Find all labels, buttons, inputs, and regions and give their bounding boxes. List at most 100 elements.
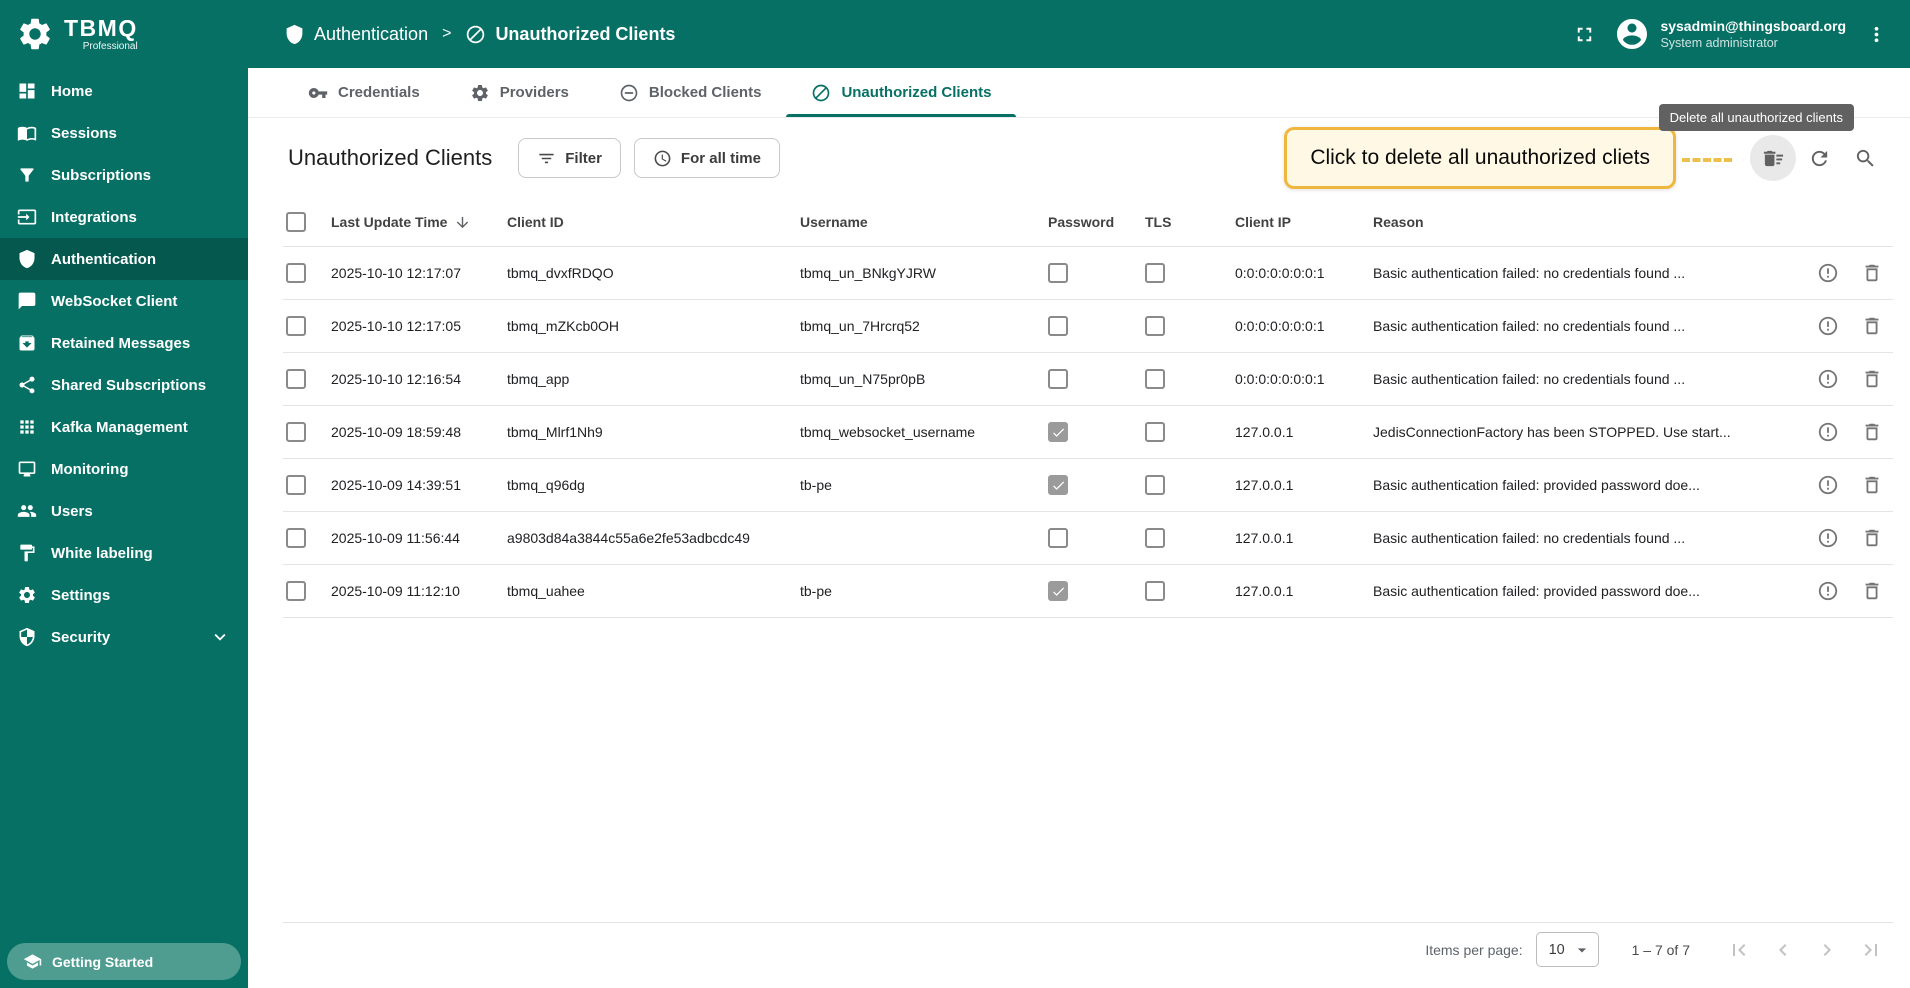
sidebar-nav: Home Sessions Subscriptions Integrations…	[0, 68, 248, 988]
row-details-button[interactable]	[1807, 517, 1849, 559]
sidebar-item-sessions[interactable]: Sessions	[0, 112, 248, 154]
row-details-button[interactable]	[1807, 464, 1849, 506]
sidebar-item-authentication[interactable]: Authentication	[0, 238, 248, 280]
user-menu[interactable]: sysadmin@thingsboard.org System administ…	[1614, 16, 1846, 52]
table-row[interactable]: 2025-10-09 18:59:48 tbmq_Mlrf1Nh9 tbmq_w…	[283, 406, 1893, 459]
next-page-button[interactable]	[1805, 928, 1849, 972]
sidebar-item-shared-subscriptions[interactable]: Shared Subscriptions	[0, 364, 248, 406]
row-delete-button[interactable]	[1851, 252, 1893, 294]
first-page-button[interactable]	[1717, 928, 1761, 972]
check-icon	[1051, 425, 1066, 440]
sidebar-item-settings[interactable]: Settings	[0, 574, 248, 616]
sidebar-item-integrations[interactable]: Integrations	[0, 196, 248, 238]
tab-providers[interactable]: Providers	[445, 68, 594, 117]
cell-client-ip: 127.0.0.1	[1235, 477, 1294, 493]
column-header-reason[interactable]: Reason	[1373, 214, 1783, 230]
sidebar-item-retained-messages[interactable]: Retained Messages	[0, 322, 248, 364]
row-delete-button[interactable]	[1851, 464, 1893, 506]
row-checkbox[interactable]	[286, 263, 306, 283]
sidebar-item-security[interactable]: Security	[0, 616, 248, 658]
column-header-username[interactable]: Username	[800, 214, 1048, 230]
row-delete-button[interactable]	[1851, 517, 1893, 559]
tab-unauthorized-clients[interactable]: Unauthorized Clients	[786, 68, 1017, 117]
sidebar-item-home[interactable]: Home	[0, 70, 248, 112]
sidebar-item-label: Sessions	[51, 124, 117, 142]
row-checkbox[interactable]	[286, 475, 306, 495]
filter-button[interactable]: Filter	[518, 138, 621, 178]
sidebar-item-label: Authentication	[51, 250, 156, 268]
page-range-label: 1 – 7 of 7	[1631, 941, 1690, 958]
row-details-button[interactable]	[1807, 252, 1849, 294]
first-page-icon	[1727, 938, 1751, 962]
column-header-client-ip[interactable]: Client IP	[1235, 214, 1373, 230]
tab-blocked-clients[interactable]: Blocked Clients	[594, 68, 787, 117]
app-root: TBMQ Professional Home Sessions Subscrip…	[0, 0, 1910, 988]
sidebar-item-label: Integrations	[51, 208, 137, 226]
row-checkbox[interactable]	[286, 581, 306, 601]
error-circle-icon	[1817, 262, 1839, 284]
sidebar-item-icon	[17, 165, 37, 185]
sidebar-item-label: Subscriptions	[51, 166, 152, 184]
cell-client-ip: 0:0:0:0:0:0:0:1	[1235, 318, 1325, 334]
column-header-password[interactable]: Password	[1048, 214, 1145, 230]
column-header-client-id[interactable]: Client ID	[507, 214, 800, 230]
column-header-last-update-time[interactable]: Last Update Time	[331, 214, 507, 231]
cell-last-update-time: 2025-10-10 12:17:07	[331, 265, 461, 281]
getting-started-button[interactable]: Getting Started	[7, 943, 241, 980]
cell-last-update-time: 2025-10-10 12:16:54	[331, 371, 461, 387]
sidebar-item-kafka-management[interactable]: Kafka Management	[0, 406, 248, 448]
sidebar-item-white-labeling[interactable]: White labeling	[0, 532, 248, 574]
tls-checkbox	[1145, 475, 1165, 495]
refresh-button[interactable]	[1796, 135, 1842, 181]
time-range-button[interactable]: For all time	[633, 138, 780, 178]
more-options-button[interactable]	[1854, 12, 1898, 56]
search-button[interactable]	[1842, 135, 1888, 181]
brand-logo[interactable]: TBMQ Professional	[0, 0, 248, 68]
kebab-icon	[1865, 23, 1888, 46]
sort-desc-arrow-icon	[454, 214, 471, 231]
select-all-checkbox[interactable]	[286, 212, 306, 232]
cell-reason: JedisConnectionFactory has been STOPPED.…	[1373, 424, 1731, 440]
fullscreen-button[interactable]	[1562, 12, 1606, 56]
sidebar-item-websocket-client[interactable]: WebSocket Client	[0, 280, 248, 322]
error-circle-icon	[1817, 527, 1839, 549]
last-page-button[interactable]	[1849, 928, 1893, 972]
row-checkbox[interactable]	[286, 528, 306, 548]
row-details-button[interactable]	[1807, 411, 1849, 453]
row-delete-button[interactable]	[1851, 570, 1893, 612]
table-row[interactable]: 2025-10-09 11:56:44 a9803d84a3844c55a6e2…	[283, 512, 1893, 565]
breadcrumb-label: Unauthorized Clients	[495, 23, 676, 44]
next-page-icon	[1815, 938, 1839, 962]
table-row[interactable]: 2025-10-09 14:39:51 tbmq_q96dg tb-pe 127…	[283, 459, 1893, 512]
cell-client-id: tbmq_dvxfRDQO	[507, 265, 614, 281]
cell-last-update-time: 2025-10-09 11:56:44	[331, 530, 460, 546]
row-details-button[interactable]	[1807, 570, 1849, 612]
cell-client-ip: 127.0.0.1	[1235, 530, 1294, 546]
previous-page-button[interactable]	[1761, 928, 1805, 972]
table-row[interactable]: 2025-10-10 12:17:05 tbmq_mZKcb0OH tbmq_u…	[283, 300, 1893, 353]
sidebar-item-icon	[17, 207, 37, 227]
column-header-tls[interactable]: TLS	[1145, 214, 1235, 230]
sidebar-item-monitoring[interactable]: Monitoring	[0, 448, 248, 490]
sidebar-item-users[interactable]: Users	[0, 490, 248, 532]
row-checkbox[interactable]	[286, 369, 306, 389]
tab-icon	[811, 83, 831, 103]
row-delete-button[interactable]	[1851, 411, 1893, 453]
items-per-page-select[interactable]: 10	[1535, 932, 1599, 967]
row-details-button[interactable]	[1807, 305, 1849, 347]
cell-last-update-time: 2025-10-09 18:59:48	[331, 424, 461, 440]
table-row[interactable]: 2025-10-09 11:12:10 tbmq_uahee tb-pe 127…	[283, 565, 1893, 618]
sidebar-item-subscriptions[interactable]: Subscriptions	[0, 154, 248, 196]
row-delete-button[interactable]	[1851, 305, 1893, 347]
table-row[interactable]: 2025-10-10 12:16:54 tbmq_app tbmq_un_N75…	[283, 353, 1893, 406]
table-row[interactable]: 2025-10-10 12:17:07 tbmq_dvxfRDQO tbmq_u…	[283, 247, 1893, 300]
delete-all-button[interactable]	[1750, 135, 1796, 181]
tab-credentials[interactable]: Credentials	[283, 68, 445, 117]
breadcrumb-authentication[interactable]: Authentication	[284, 24, 428, 45]
row-checkbox[interactable]	[286, 316, 306, 336]
row-delete-button[interactable]	[1851, 358, 1893, 400]
row-checkbox[interactable]	[286, 422, 306, 442]
table-body: 2025-10-10 12:17:07 tbmq_dvxfRDQO tbmq_u…	[283, 247, 1893, 618]
page-title: Unauthorized Clients	[288, 145, 493, 170]
row-details-button[interactable]	[1807, 358, 1849, 400]
